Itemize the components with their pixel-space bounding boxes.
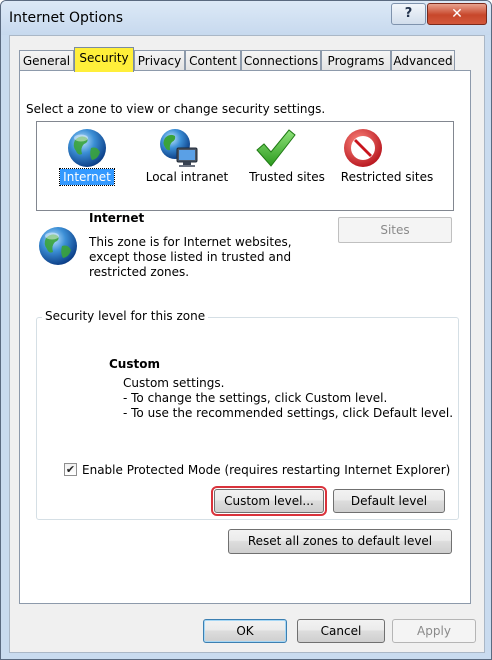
- no-entry-icon: [344, 129, 382, 167]
- tab-general[interactable]: General: [19, 50, 74, 70]
- globe-icon: [68, 129, 106, 167]
- zone-info-title: Internet: [89, 211, 145, 225]
- reset-all-zones-button[interactable]: Reset all zones to default level: [228, 529, 452, 554]
- zone-label-restricted-sites: Restricted sites: [340, 170, 434, 184]
- tab-advanced[interactable]: Advanced: [391, 50, 455, 70]
- zone-item-trusted-sites[interactable]: Trusted sites: [237, 122, 337, 210]
- zone-list: Internet Local intranet Trusted sites Re…: [36, 121, 454, 211]
- ok-button[interactable]: OK: [203, 619, 287, 643]
- protected-mode-label: Enable Protected Mode (requires restarti…: [82, 463, 451, 477]
- dialog-client-area: General Security Privacy Content Connect…: [9, 35, 485, 653]
- zone-label-trusted-sites: Trusted sites: [249, 170, 325, 184]
- zone-info-description: This zone is for Internet websites, exce…: [89, 235, 292, 279]
- tab-security[interactable]: Security: [74, 47, 134, 72]
- window-title: Internet Options: [9, 10, 124, 26]
- zone-item-local-intranet[interactable]: Local intranet: [137, 122, 237, 210]
- level-desc-line: - To change the settings, click Custom l…: [123, 391, 388, 405]
- zone-item-internet[interactable]: Internet: [37, 122, 137, 210]
- protected-mode-checkbox[interactable]: ✔: [64, 463, 77, 476]
- internet-options-window: Internet Options ? ✕ General Security Pr…: [0, 0, 492, 660]
- tab-content[interactable]: Content: [185, 50, 241, 70]
- help-button[interactable]: ?: [391, 3, 426, 25]
- intranet-icon: [160, 129, 198, 167]
- zone-item-restricted-sites[interactable]: Restricted sites: [337, 122, 437, 210]
- security-level-title: Custom: [109, 357, 160, 371]
- apply-button[interactable]: Apply: [392, 619, 476, 643]
- cancel-button[interactable]: Cancel: [297, 619, 385, 643]
- zone-prompt: Select a zone to view or change security…: [26, 102, 326, 116]
- tab-privacy[interactable]: Privacy: [134, 50, 185, 70]
- zone-label-internet: Internet: [37, 168, 137, 186]
- tab-connections[interactable]: Connections: [241, 50, 321, 70]
- close-button[interactable]: ✕: [427, 3, 487, 25]
- checkmark-icon: [256, 129, 296, 167]
- security-level-description: Custom settings. - To change the settings…: [123, 376, 453, 421]
- title-bar[interactable]: Internet Options ? ✕: [1, 1, 491, 35]
- level-desc-line: Custom settings.: [123, 376, 225, 390]
- security-level-group-label: Security level for this zone: [42, 309, 209, 323]
- sites-button[interactable]: Sites: [338, 217, 452, 243]
- custom-level-button[interactable]: Custom level...: [211, 486, 327, 516]
- zone-label-local-intranet: Local intranet: [145, 170, 229, 184]
- globe-icon: [39, 227, 77, 265]
- tab-programs[interactable]: Programs: [321, 50, 391, 70]
- default-level-button[interactable]: Default level: [333, 489, 445, 513]
- level-desc-line: - To use the recommended settings, click…: [123, 406, 454, 420]
